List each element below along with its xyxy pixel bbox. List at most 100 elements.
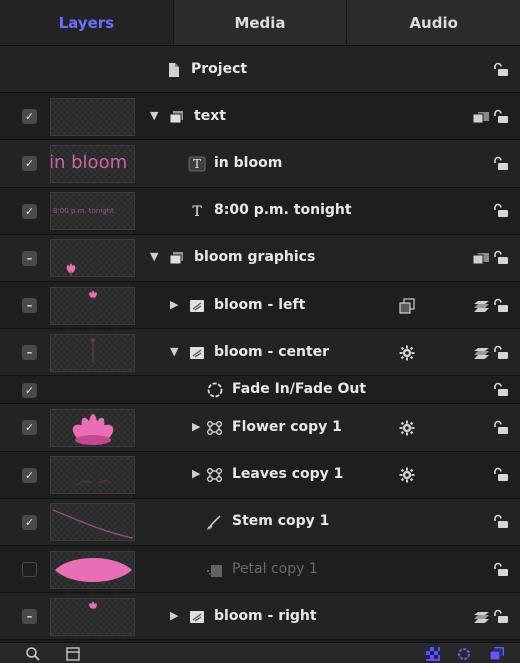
layer-row[interactable]: ✓ in bloom Tin bloom: [0, 140, 520, 188]
layer-thumbnail: in bloom: [50, 144, 135, 184]
svg-text:T: T: [192, 204, 202, 219]
thumbnail-text: 8:00 p.m. tonight: [53, 207, 114, 216]
layers-list[interactable]: Project ✓ ▼ text ✓ in bloom Tin bloom ✓ 8:00 p.m…: [0, 46, 520, 642]
group-stack-icon[interactable]: [472, 110, 490, 126]
document-icon: [165, 62, 183, 78]
group-icon: [168, 109, 186, 125]
lock-icon[interactable]: [492, 514, 510, 530]
layer-visibility-checkbox[interactable]: ✓: [22, 109, 37, 125]
layer-row[interactable]: – ▶ bloom - right: [0, 593, 520, 641]
layers-stack-icon[interactable]: [472, 610, 490, 626]
layer-name[interactable]: text: [194, 108, 226, 124]
layer-row[interactable]: ✓ Fade In/Fade Out: [0, 376, 520, 405]
layer-thumbnail: [50, 597, 135, 636]
lock-icon[interactable]: [492, 609, 510, 625]
layer-thumbnail: [50, 286, 135, 325]
lock-icon[interactable]: [492, 345, 510, 361]
lock-icon[interactable]: [492, 156, 510, 172]
brush-icon: [206, 514, 224, 531]
layer-visibility-checkbox[interactable]: ✓: [22, 514, 37, 530]
lock-icon[interactable]: [492, 203, 510, 219]
gear-icon[interactable]: [398, 467, 416, 483]
group-stack-icon[interactable]: [472, 251, 490, 267]
tab-media[interactable]: Media: [174, 0, 348, 45]
disclosure-triangle[interactable]: ▼: [170, 345, 178, 358]
replicator-icon: [206, 467, 224, 483]
layer-name[interactable]: Petal copy 1: [232, 561, 318, 577]
layer-visibility-checkbox[interactable]: –: [22, 609, 37, 625]
layer-visibility-checkbox[interactable]: –: [22, 298, 37, 314]
layer-icon: [188, 298, 206, 314]
layers-stack-icon[interactable]: [472, 299, 490, 315]
lock-icon[interactable]: [492, 420, 510, 436]
layer-name[interactable]: bloom - left: [214, 297, 305, 313]
layers-stack-icon[interactable]: [472, 346, 490, 362]
behavior-icon: [206, 382, 224, 398]
lock-icon[interactable]: [492, 62, 510, 78]
gear-icon[interactable]: [398, 345, 416, 361]
layer-visibility-checkbox[interactable]: ✓: [22, 203, 37, 219]
layer-name[interactable]: bloom graphics: [194, 249, 315, 265]
layer-visibility-checkbox[interactable]: ✓: [22, 382, 37, 398]
text-icon: T: [188, 203, 206, 219]
layer-row[interactable]: Project: [0, 46, 520, 94]
layer-thumbnail: [50, 456, 135, 495]
checker-mask-icon[interactable]: [424, 645, 442, 662]
behavior-filter-icon[interactable]: [455, 645, 473, 662]
layer-thumbnail: [50, 550, 135, 589]
group-icon: [168, 250, 186, 266]
layer-thumbnail: [50, 97, 135, 136]
disclosure-triangle[interactable]: ▶: [192, 420, 200, 433]
search-icon[interactable]: [24, 645, 42, 662]
layer-name[interactable]: Project: [191, 61, 247, 77]
lock-icon[interactable]: [492, 382, 510, 398]
layer-name[interactable]: bloom - center: [214, 344, 329, 360]
lock-icon[interactable]: [492, 109, 510, 125]
layer-row[interactable]: ✓ 8:00 p.m. tonight T 8:00 p.m. tonight: [0, 187, 520, 235]
layer-visibility-checkbox[interactable]: [22, 562, 37, 578]
disclosure-triangle[interactable]: ▼: [150, 109, 158, 122]
disclosure-triangle[interactable]: ▼: [150, 250, 158, 263]
layer-name[interactable]: bloom - right: [214, 608, 317, 624]
lock-icon[interactable]: [492, 250, 510, 266]
layer-row[interactable]: – ▼ bloom - center: [0, 329, 520, 377]
layer-name[interactable]: Stem copy 1: [232, 513, 329, 529]
layer-row[interactable]: ✓ ▶ Flower copy 1: [0, 404, 520, 452]
panel-toggle-icon[interactable]: [64, 645, 82, 662]
layer-visibility-checkbox[interactable]: –: [22, 250, 37, 266]
lock-icon[interactable]: [492, 467, 510, 483]
paint-icon: [206, 562, 224, 578]
lock-icon[interactable]: [492, 562, 510, 578]
replicator-icon: [206, 420, 224, 436]
tab-bar: Layers Media Audio: [0, 0, 520, 46]
layer-row[interactable]: ✓ ▶ Leaves copy 1: [0, 451, 520, 499]
layer-name[interactable]: Leaves copy 1: [232, 466, 343, 482]
layer-row[interactable]: – ▶ bloom - left: [0, 282, 520, 330]
layer-thumbnail: 8:00 p.m. tonight: [50, 192, 135, 231]
layer-visibility-checkbox[interactable]: –: [22, 345, 37, 361]
layer-thumbnail: [50, 408, 135, 448]
clone-icon[interactable]: [398, 297, 416, 314]
layer-name[interactable]: Flower copy 1: [232, 419, 342, 435]
layer-row[interactable]: ✓ Stem copy 1: [0, 498, 520, 546]
tab-audio[interactable]: Audio: [347, 0, 520, 45]
svg-text:T: T: [193, 157, 201, 171]
layer-thumbnail: [50, 239, 135, 278]
layer-name[interactable]: 8:00 p.m. tonight: [214, 202, 352, 218]
layer-row[interactable]: – ▼ bloom graphics: [0, 234, 520, 282]
layer-visibility-checkbox[interactable]: ✓: [22, 467, 37, 483]
disclosure-triangle[interactable]: ▶: [192, 467, 200, 480]
layers-filter-icon[interactable]: [488, 645, 506, 662]
gear-icon[interactable]: [398, 420, 416, 436]
layer-name[interactable]: in bloom: [214, 155, 282, 171]
layer-row[interactable]: Petal copy 1: [0, 546, 520, 594]
disclosure-triangle[interactable]: ▶: [170, 609, 178, 622]
layer-visibility-checkbox[interactable]: ✓: [22, 420, 37, 436]
layer-name[interactable]: Fade In/Fade Out: [232, 381, 366, 397]
lock-icon[interactable]: [492, 298, 510, 314]
tab-layers[interactable]: Layers: [0, 0, 174, 45]
bottom-toolbar: [0, 642, 520, 663]
layer-row[interactable]: ✓ ▼ text: [0, 93, 520, 141]
disclosure-triangle[interactable]: ▶: [170, 298, 178, 311]
layer-visibility-checkbox[interactable]: ✓: [22, 156, 37, 172]
